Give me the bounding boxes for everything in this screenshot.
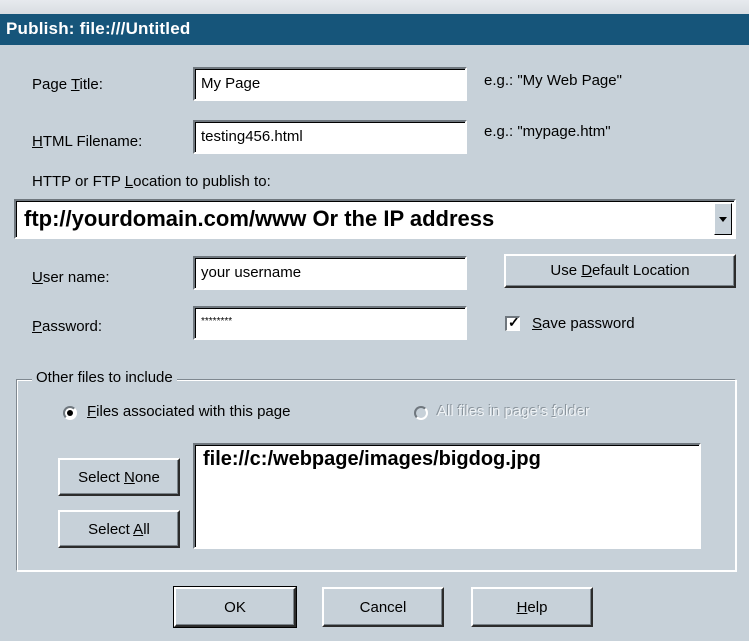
save-password-label[interactable]: Save password	[532, 315, 635, 332]
use-default-location-button[interactable]: Use Default Location	[504, 254, 736, 288]
help-button[interactable]: Help	[471, 587, 593, 627]
location-value: ftp://yourdomain.com/www Or the IP addre…	[24, 206, 495, 231]
location-label: HTTP or FTP Location to publish to:	[32, 173, 271, 190]
location-combobox[interactable]: ftp://yourdomain.com/www Or the IP addre…	[14, 199, 736, 239]
password-label: Password:	[32, 318, 103, 335]
user-name-label: User name:	[32, 269, 110, 286]
html-filename-input[interactable]: testing456.html	[193, 120, 467, 154]
select-none-button[interactable]: Select None	[58, 458, 180, 496]
dialog-title: Publish: file:///Untitled	[6, 19, 191, 38]
files-associated-radio[interactable]	[63, 406, 77, 420]
all-files-radio[interactable]	[414, 406, 428, 420]
list-item[interactable]: file://c:/webpage/images/bigdog.jpg	[203, 448, 541, 471]
publish-dialog: Publish: file:///Untitled Page Title: My…	[0, 0, 749, 641]
checkmark-icon: ✓	[508, 314, 520, 330]
all-files-label[interactable]: All files in page's folder	[437, 403, 590, 420]
window-top-strip	[0, 0, 749, 15]
select-all-button[interactable]: Select All	[58, 510, 180, 548]
ok-button[interactable]: OK	[173, 586, 297, 628]
page-title-input[interactable]: My Page	[193, 67, 467, 101]
html-filename-label: HTML Filename:	[32, 133, 143, 150]
html-filename-hint: e.g.: "mypage.htm"	[484, 123, 611, 140]
dropdown-arrow-icon[interactable]	[714, 203, 732, 235]
cancel-button[interactable]: Cancel	[322, 587, 444, 627]
files-listbox[interactable]: file://c:/webpage/images/bigdog.jpg	[193, 443, 701, 549]
save-password-checkbox[interactable]: ✓	[505, 314, 520, 331]
page-title-label: Page Title:	[32, 76, 103, 93]
page-title-hint: e.g.: "My Web Page"	[484, 72, 622, 89]
title-bar[interactable]: Publish: file:///Untitled	[0, 14, 749, 45]
files-associated-label[interactable]: Files associated with this page	[87, 403, 290, 420]
user-name-input[interactable]: your username	[193, 256, 467, 290]
password-input[interactable]: ********	[193, 306, 467, 340]
other-files-legend: Other files to include	[32, 369, 177, 386]
